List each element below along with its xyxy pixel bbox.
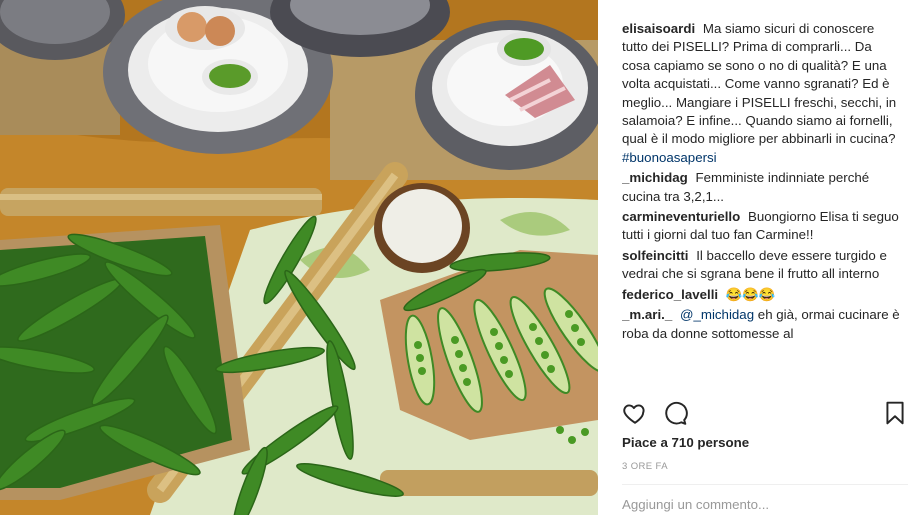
- comment-bubble-icon[interactable]: [662, 400, 688, 426]
- comment-item: _m.ari._ @_michidag eh già, ormai cucina…: [622, 306, 902, 343]
- post-actions: [622, 400, 908, 428]
- post-photo[interactable]: [0, 0, 598, 515]
- comment-username[interactable]: solfeincitti: [622, 248, 689, 263]
- post-side-panel: elisaisoardi Ma siamo sicuri di conoscer…: [598, 0, 916, 515]
- comment-item: _michidag Femministe indinniate perché c…: [622, 169, 902, 206]
- comments-list: elisaisoardi Ma siamo sicuri di conoscer…: [622, 20, 902, 392]
- divider: [622, 484, 908, 485]
- comment-item: carmineventuriello Buongiorno Elisa ti s…: [622, 208, 902, 245]
- comment-username[interactable]: carmineventuriello: [622, 209, 740, 224]
- comment-username[interactable]: _m.ari._: [622, 307, 672, 322]
- comment-username[interactable]: federico_lavelli: [622, 287, 718, 302]
- comment-username[interactable]: _michidag: [622, 170, 688, 185]
- comment-item: federico_lavelli 😂😂😂: [622, 286, 902, 304]
- heart-icon[interactable]: [622, 400, 648, 426]
- caption: elisaisoardi Ma siamo sicuri di conoscer…: [622, 20, 902, 167]
- comment-text: 😂😂😂: [725, 286, 776, 302]
- caption-text: Ma siamo sicuri di conoscere tutto dei P…: [622, 21, 897, 147]
- likes-count[interactable]: Piace a 710 persone: [622, 435, 749, 450]
- bookmark-icon[interactable]: [882, 400, 908, 426]
- caption-hashtag[interactable]: #buonoasapersi: [622, 150, 717, 165]
- peas-photo-illustration: [0, 0, 598, 515]
- comment-item: solfeincitti Il baccello deve essere tur…: [622, 247, 902, 284]
- caption-username[interactable]: elisaisoardi: [622, 21, 695, 36]
- comment-mention[interactable]: @_michidag: [680, 307, 754, 322]
- post-timestamp[interactable]: 3 ORE FA: [622, 461, 668, 472]
- add-comment-input[interactable]: [622, 497, 902, 512]
